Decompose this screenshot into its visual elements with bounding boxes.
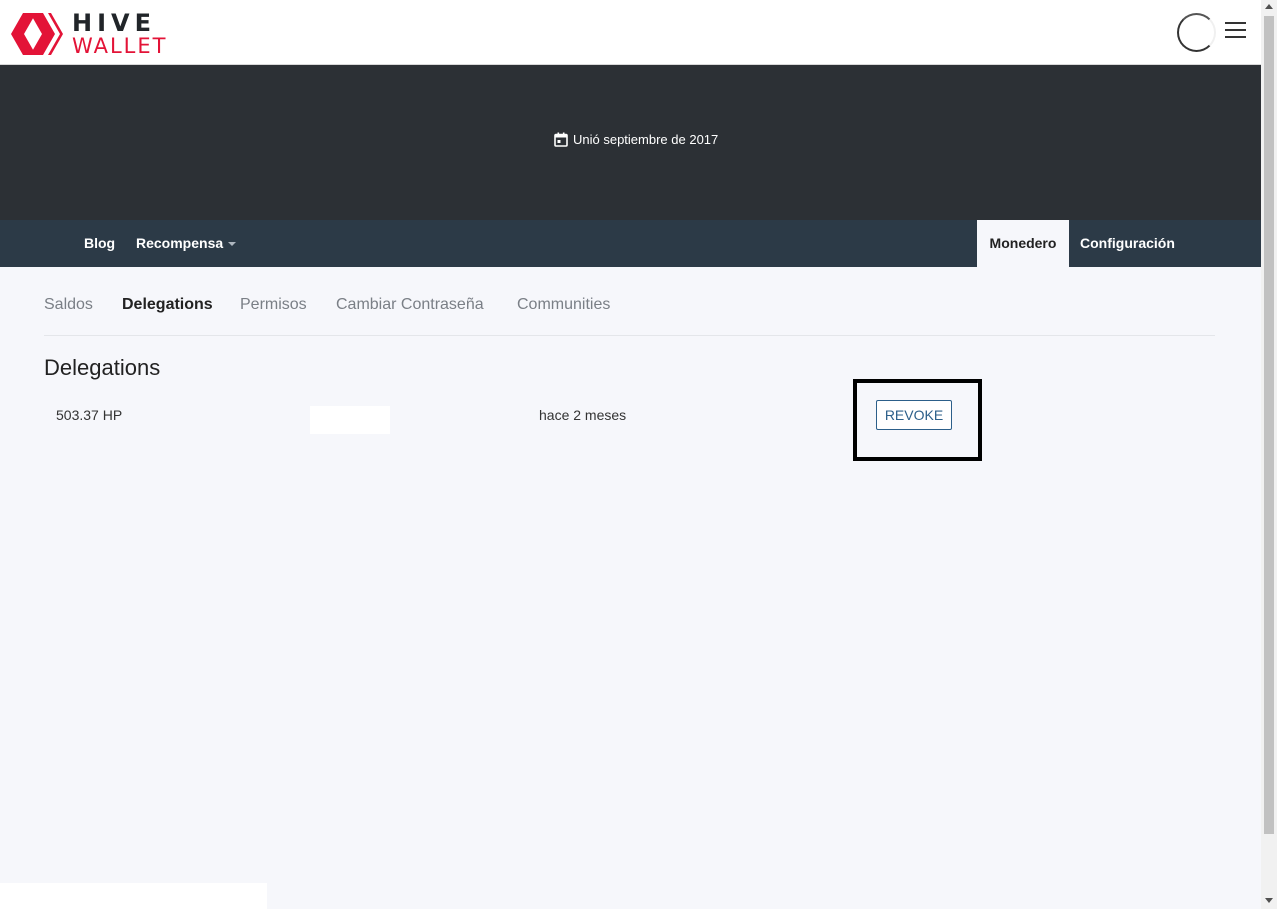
- logo-text-wallet: WALLET: [72, 34, 168, 58]
- subtab-permisos[interactable]: Permisos: [240, 296, 307, 314]
- profile-navbar: Blog Recompensa Monedero Configuración: [0, 220, 1261, 267]
- wallet-subtabs: Saldos Delegations Permisos Cambiar Cont…: [44, 292, 1215, 336]
- delegation-time: hace 2 meses: [539, 407, 627, 423]
- subtab-delegations[interactable]: Delegations: [122, 296, 213, 314]
- profile-cover: Unió septiembre de 2017: [0, 65, 1261, 220]
- subtab-cambiar-contrasena[interactable]: Cambiar Contraseña: [336, 296, 484, 314]
- revoke-button[interactable]: REVOKE: [876, 400, 952, 430]
- subtab-saldos[interactable]: Saldos: [44, 296, 93, 314]
- subtab-communities[interactable]: Communities: [517, 296, 610, 314]
- nav-recompensa[interactable]: Recompensa: [136, 220, 237, 267]
- logo-text-hive: HIVE: [72, 9, 156, 37]
- hamburger-menu-icon[interactable]: [1225, 22, 1246, 39]
- delegatee-account[interactable]: [310, 406, 390, 434]
- bottom-overlay: [0, 883, 267, 909]
- scroll-thumb[interactable]: [1264, 16, 1274, 834]
- joined-date: Unió septiembre de 2017: [554, 132, 718, 147]
- joined-text: Unió septiembre de 2017: [573, 132, 719, 147]
- user-avatar[interactable]: [1177, 13, 1216, 52]
- calendar-icon: [554, 132, 568, 147]
- section-title: Delegations: [44, 355, 161, 380]
- nav-recompensa-label: Recompensa: [136, 235, 224, 251]
- caret-down-icon: [228, 242, 237, 247]
- hive-wallet-logo[interactable]: HIVE WALLET: [10, 10, 167, 58]
- nav-blog[interactable]: Blog: [84, 220, 115, 267]
- delegation-amount: 503.37 HP: [56, 407, 123, 423]
- scroll-up-arrow-icon[interactable]: [1265, 4, 1273, 9]
- page-scrollbar[interactable]: [1261, 0, 1277, 909]
- scroll-down-arrow-icon[interactable]: [1265, 898, 1273, 903]
- nav-monedero[interactable]: Monedero: [977, 220, 1069, 267]
- nav-configuracion[interactable]: Configuración: [1080, 220, 1175, 267]
- hive-logo-icon: [11, 13, 63, 55]
- top-header: HIVE WALLET: [0, 0, 1261, 65]
